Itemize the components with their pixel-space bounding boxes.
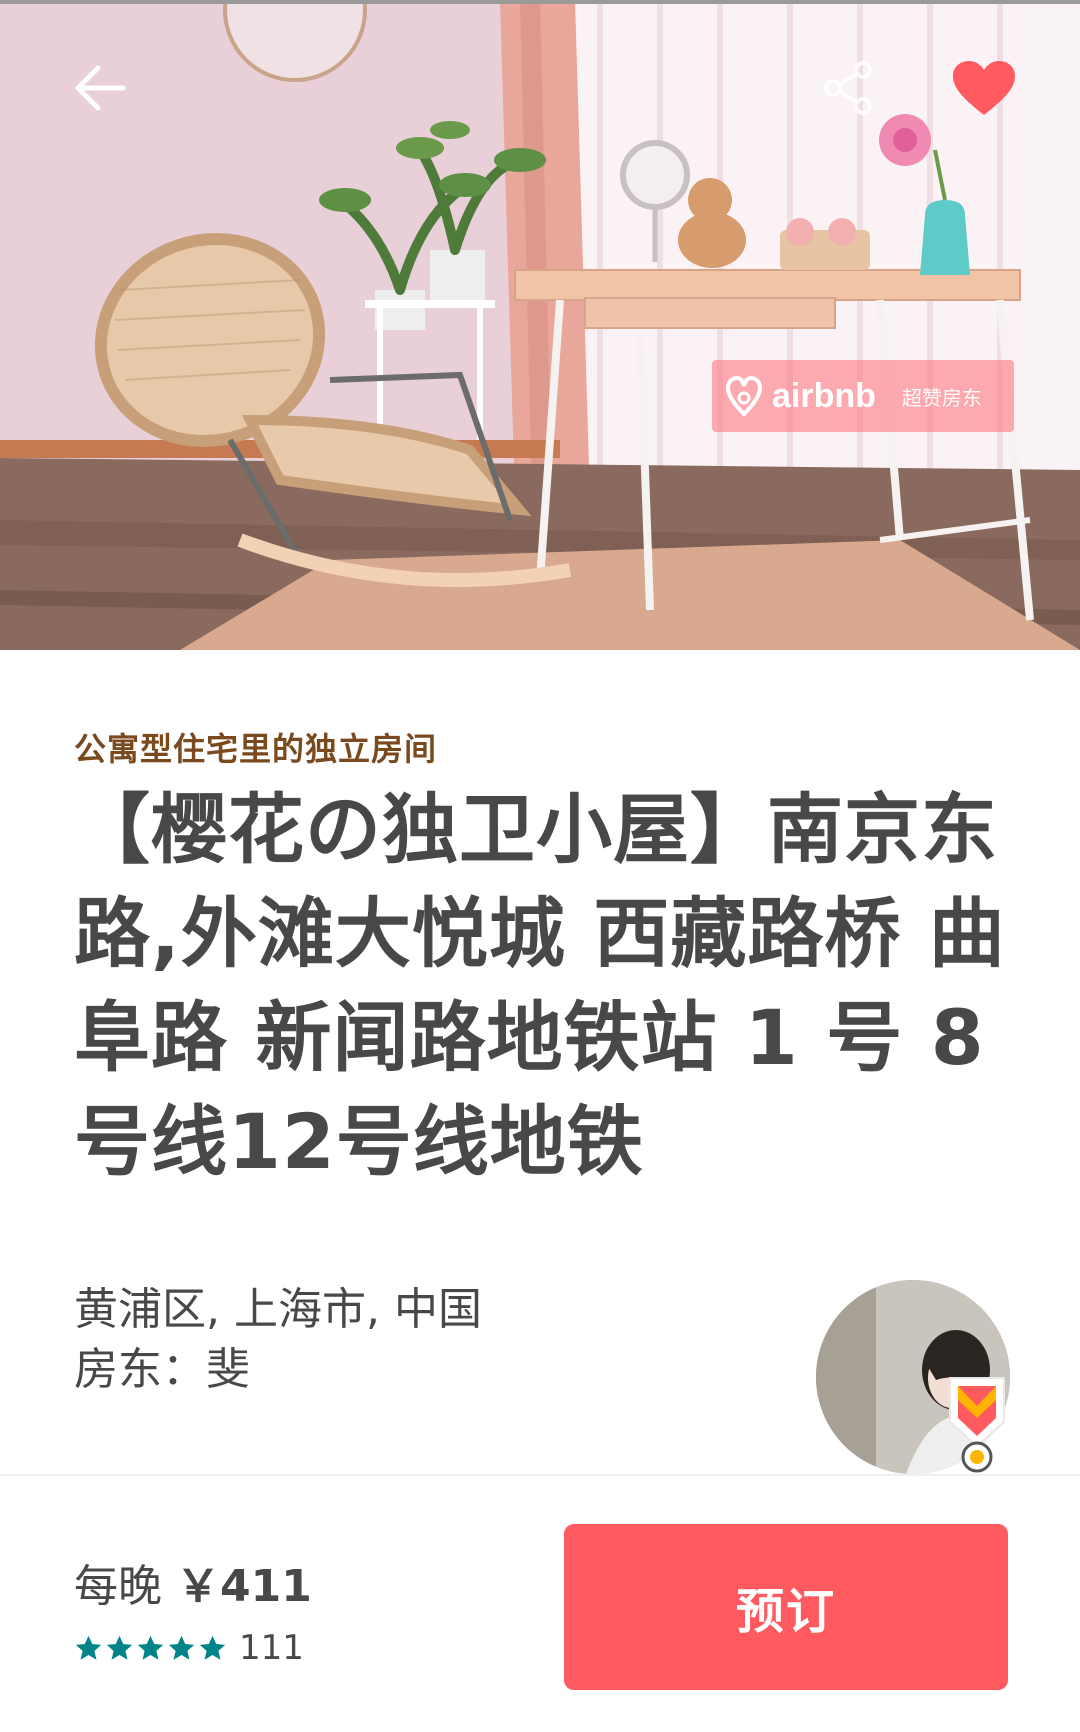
booking-bar: 每晚 ￥411 111 预订 bbox=[0, 1474, 1080, 1732]
watermark-subtitle: 超赞房东 bbox=[901, 385, 982, 410]
listing-screen: airbnb 超赞房东 公寓型住宅里的独立房间 【樱花の独卫小屋】南京东路,外滩… bbox=[0, 0, 1080, 1732]
superhost-badge-icon bbox=[949, 1377, 1005, 1448]
airbnb-superhost-watermark: airbnb 超赞房东 bbox=[712, 360, 1014, 432]
book-button[interactable]: 预订 bbox=[564, 1524, 1008, 1690]
price-prefix: 每晚 bbox=[74, 1561, 162, 1612]
back-button[interactable] bbox=[64, 52, 136, 124]
star-icon bbox=[137, 1635, 164, 1660]
room-photo-illustration bbox=[0, 0, 1080, 650]
listing-location: 黄浦区, 上海市, 中国 bbox=[74, 1284, 482, 1335]
price-amount: ￥411 bbox=[176, 1561, 312, 1612]
arrow-left-icon bbox=[75, 65, 126, 111]
listing-photo[interactable]: airbnb 超赞房东 bbox=[0, 0, 1080, 650]
star-icon bbox=[199, 1635, 226, 1660]
star-icon bbox=[75, 1635, 102, 1660]
listing-title: 【樱花の独卫小屋】南京东路,外滩大悦城 西藏路桥 曲阜路 新闻路地铁站 1 号 … bbox=[74, 785, 1006, 1186]
favorite-button[interactable] bbox=[944, 48, 1024, 128]
rating-row[interactable]: 111 bbox=[74, 1628, 304, 1668]
watermark-brand: airbnb bbox=[772, 376, 876, 415]
share-icon bbox=[824, 61, 872, 115]
heart-icon bbox=[953, 61, 1015, 115]
star-icon bbox=[168, 1635, 195, 1660]
status-strip bbox=[0, 0, 1080, 4]
star-icon bbox=[106, 1635, 133, 1660]
star-rating bbox=[74, 1634, 227, 1663]
superhost-medal-icon bbox=[961, 1441, 993, 1473]
nightly-price: 每晚 ￥411 bbox=[74, 1550, 312, 1614]
host-name: 房东：斐 bbox=[74, 1344, 250, 1395]
room-type: 公寓型住宅里的独立房间 bbox=[74, 730, 438, 768]
airbnb-logo-icon bbox=[725, 375, 763, 417]
review-count: 111 bbox=[239, 1628, 304, 1668]
share-button[interactable] bbox=[812, 52, 884, 124]
